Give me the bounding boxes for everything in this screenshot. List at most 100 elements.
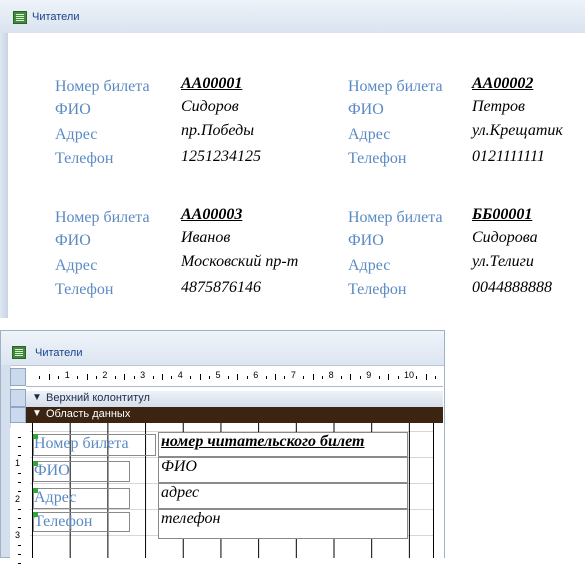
detail-band-label: Область данных <box>46 408 131 420</box>
band-arrow-icon: ▼ <box>32 408 42 419</box>
label-phone: Телефон <box>55 150 114 167</box>
header-band-selector[interactable] <box>10 389 26 407</box>
ruler-number: 8 <box>328 370 334 380</box>
label-name: ФИО <box>55 101 91 118</box>
ruler-number: 6 <box>253 370 259 380</box>
ruler-number: 1 <box>64 370 70 380</box>
control-corner-marker <box>33 488 38 493</box>
ruler-tick <box>388 374 390 380</box>
value-name: Сидоров <box>181 98 239 115</box>
value-name: Петров <box>472 98 525 115</box>
report-icon <box>13 11 27 24</box>
detail-band[interactable]: ▼ Область данных <box>26 407 443 423</box>
reader-card: Номер билета АА00001 ФИО Сидоров Адрес п… <box>55 75 305 178</box>
value-phone: 4875876146 <box>181 279 261 296</box>
ruler-tick <box>275 374 277 380</box>
ruler-tick <box>18 509 21 510</box>
vertical-ruler[interactable]: 1 2 3 <box>10 428 31 564</box>
ruler-tick <box>322 376 324 379</box>
report-window-titlebar[interactable]: Читатели <box>0 0 585 34</box>
label-address: Адрес <box>55 257 98 274</box>
design-window-title: Читатели <box>35 347 83 359</box>
label-name: ФИО <box>348 101 384 118</box>
field-control-phone[interactable]: телефон <box>158 509 408 539</box>
ruler-tick <box>246 376 248 379</box>
ruler-tick <box>18 527 21 528</box>
ruler-number: 1 <box>15 458 21 468</box>
value-phone: 0121111111 <box>472 148 545 165</box>
ruler-tick <box>124 374 126 380</box>
label-phone: Телефон <box>348 281 407 298</box>
value-address: ул.Телиги <box>472 253 534 270</box>
ruler-tick <box>227 376 229 379</box>
ruler-tick <box>312 374 314 380</box>
ruler-tick <box>416 376 418 379</box>
horizontal-ruler[interactable]: 1 2 3 4 5 6 7 8 9 10 <box>26 368 443 387</box>
ruler-number: 2 <box>15 494 21 504</box>
ruler-tick <box>95 376 97 379</box>
label-control-name[interactable]: ФИО <box>33 461 130 482</box>
label-control-address[interactable]: Адрес <box>33 488 130 509</box>
ruler-tick <box>18 554 21 555</box>
ruler-tick <box>237 374 239 380</box>
ruler-tick <box>18 482 21 483</box>
ruler-tick <box>359 376 361 379</box>
page-header-band[interactable]: ▼ Верхний колонтитул <box>26 391 443 408</box>
label-ticket: Номер билета <box>55 78 150 95</box>
ruler-tick <box>18 473 21 474</box>
value-name: Сидорова <box>472 229 538 246</box>
ruler-tick <box>18 455 21 456</box>
ruler-tick <box>350 374 352 380</box>
reader-card: Номер билета АА00003 ФИО Иванов Адрес Мо… <box>55 206 305 309</box>
ruler-number: 3 <box>140 370 146 380</box>
label-name: ФИО <box>55 232 91 249</box>
ruler-number: 5 <box>215 370 221 380</box>
control-corner-marker <box>33 434 38 439</box>
ruler-tick <box>58 376 60 379</box>
ruler-tick <box>209 376 211 379</box>
ruler-tick <box>397 376 399 379</box>
page-header-band-label: Верхний колонтитул <box>46 392 150 404</box>
field-control-address[interactable]: адрес <box>158 483 408 509</box>
data-band-selector[interactable] <box>10 407 26 423</box>
ruler-tick <box>425 374 427 380</box>
ruler-number: 3 <box>15 530 21 540</box>
value-address: пр.Победы <box>181 122 255 139</box>
report-window-title: Читатели <box>32 11 80 23</box>
value-address: ул.Крещатик <box>472 122 563 139</box>
ruler-tick <box>18 545 21 546</box>
field-control-name[interactable]: ФИО <box>158 457 408 483</box>
label-phone: Телефон <box>55 281 114 298</box>
design-window-titlebar[interactable]: Читатели <box>1 331 444 366</box>
ruler-number: 4 <box>177 370 183 380</box>
label-address: Адрес <box>348 257 391 274</box>
label-name: ФИО <box>348 232 384 249</box>
label-control-ticket[interactable]: Номер билета <box>33 434 156 456</box>
label-ticket: Номер билета <box>55 209 150 226</box>
ruler-tick <box>303 376 305 379</box>
report-selector[interactable] <box>10 368 26 386</box>
label-control-phone[interactable]: Телефон <box>33 512 130 532</box>
label-ticket: Номер билета <box>348 209 443 226</box>
ruler-tick <box>284 376 286 379</box>
ruler-tick <box>114 376 116 379</box>
field-control-ticket[interactable]: номер читательского билет <box>158 432 408 457</box>
label-address: Адрес <box>348 126 391 143</box>
ruler-tick <box>77 376 79 379</box>
control-corner-marker <box>33 461 38 466</box>
ruler-tick <box>18 491 21 492</box>
label-address: Адрес <box>55 126 98 143</box>
band-arrow-icon: ▼ <box>32 392 42 403</box>
ruler-number: 10 <box>404 370 415 380</box>
ruler-tick <box>378 376 380 379</box>
ruler-number: 2 <box>102 370 108 380</box>
ruler-tick <box>171 376 173 379</box>
report-body: Номер билета АА00001 ФИО Сидоров Адрес п… <box>8 33 585 318</box>
ruler-tick <box>18 437 21 438</box>
ruler-tick <box>190 376 192 379</box>
reader-card: Номер билета АА00002 ФИО Петров Адрес ул… <box>348 75 585 178</box>
ruler-tick <box>161 374 163 380</box>
value-phone: 1251234125 <box>181 148 261 165</box>
ruler-tick <box>133 376 135 379</box>
label-ticket: Номер билета <box>348 78 443 95</box>
